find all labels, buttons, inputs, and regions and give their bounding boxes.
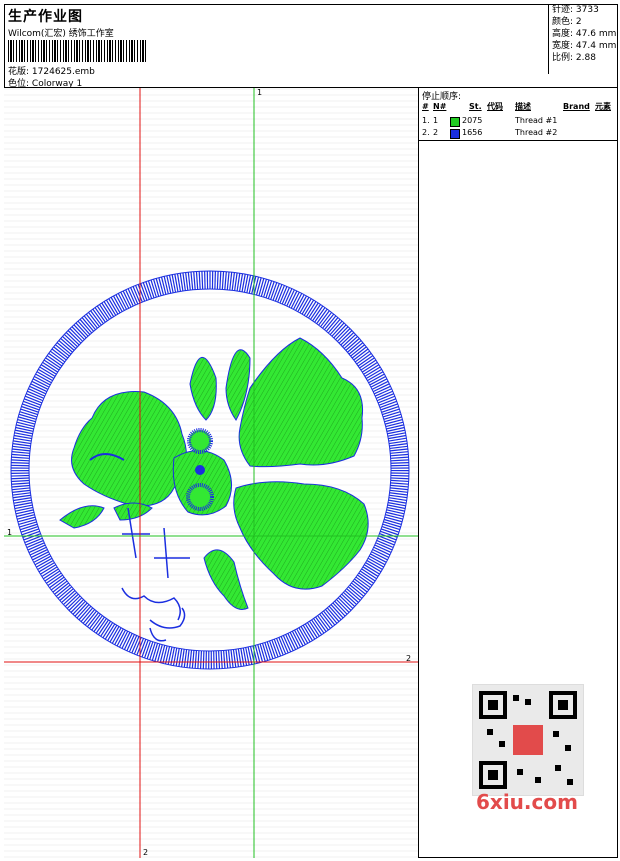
stop-n: 2 <box>433 128 439 137</box>
top-frond-left <box>189 356 217 421</box>
col-brand: Brand <box>563 102 590 111</box>
watermark: 6xiu.com <box>476 790 578 814</box>
right-leaf-large <box>238 337 364 468</box>
barcode <box>8 40 146 62</box>
page-title: 生产作业图 <box>8 9 83 25</box>
stop-sequence-header-row: # N# St. 代码 描述 Brand 元素 <box>419 101 618 113</box>
stop-code: 1656 <box>462 128 483 137</box>
stat-colors: 颜色: 2 <box>552 17 582 27</box>
stop-n: 1 <box>433 116 439 125</box>
col-number: N# <box>433 102 447 111</box>
col-code: 代码 <box>487 102 503 111</box>
header: 生产作业图 Wilcom(汇宏) 绣饰工作室 花版: 1724625.emb 色… <box>4 4 619 89</box>
guide-label-red-right: 2 <box>406 654 412 663</box>
stop-description: Thread #2 <box>515 128 558 137</box>
left-leaf-2 <box>113 502 153 521</box>
guide-label-green-left: 1 <box>7 528 13 537</box>
stats-box: 针迹: 3733 颜色: 2 高度: 47.6 mm 宽度: 47.4 mm 比… <box>548 4 619 74</box>
stop-code: 2075 <box>462 116 483 125</box>
guide-label-green-top: 1 <box>257 88 263 97</box>
left-leaf <box>59 505 105 529</box>
pompom-bottom <box>186 483 214 511</box>
stop-description: Thread #1 <box>515 116 558 125</box>
bottom-frond <box>203 549 249 610</box>
panel-divider <box>419 140 618 141</box>
stat-width: 宽度: 47.4 mm <box>552 41 617 51</box>
stop-num: 1. <box>422 116 430 125</box>
col-index: # <box>422 102 429 111</box>
stat-stitches: 针迹: 3733 <box>552 5 599 15</box>
col-st: St. <box>469 102 482 111</box>
stop-num: 2. <box>422 128 430 137</box>
embroidery-drawing <box>4 88 418 858</box>
center-dot <box>195 465 205 475</box>
signature-stitching <box>121 507 190 642</box>
design-canvas: 1 1 2 2 <box>4 88 419 858</box>
pompom-top <box>187 428 213 454</box>
col-element: 元素 <box>595 102 611 111</box>
stat-scale: 比例: 2.88 <box>552 53 596 63</box>
color-swatch <box>450 117 460 127</box>
stop-row: 2. 2 1656 Thread #2 <box>419 127 618 139</box>
qr-code <box>472 684 584 796</box>
stat-height: 高度: 47.6 mm <box>552 29 617 39</box>
left-flower <box>71 391 187 507</box>
stop-row: 1. 1 2075 Thread #1 <box>419 115 618 127</box>
color-swatch <box>450 129 460 139</box>
guide-label-red-bottom: 2 <box>143 848 149 857</box>
col-description: 描述 <box>515 102 531 111</box>
company-name: Wilcom(汇宏) 绣饰工作室 <box>8 29 114 39</box>
